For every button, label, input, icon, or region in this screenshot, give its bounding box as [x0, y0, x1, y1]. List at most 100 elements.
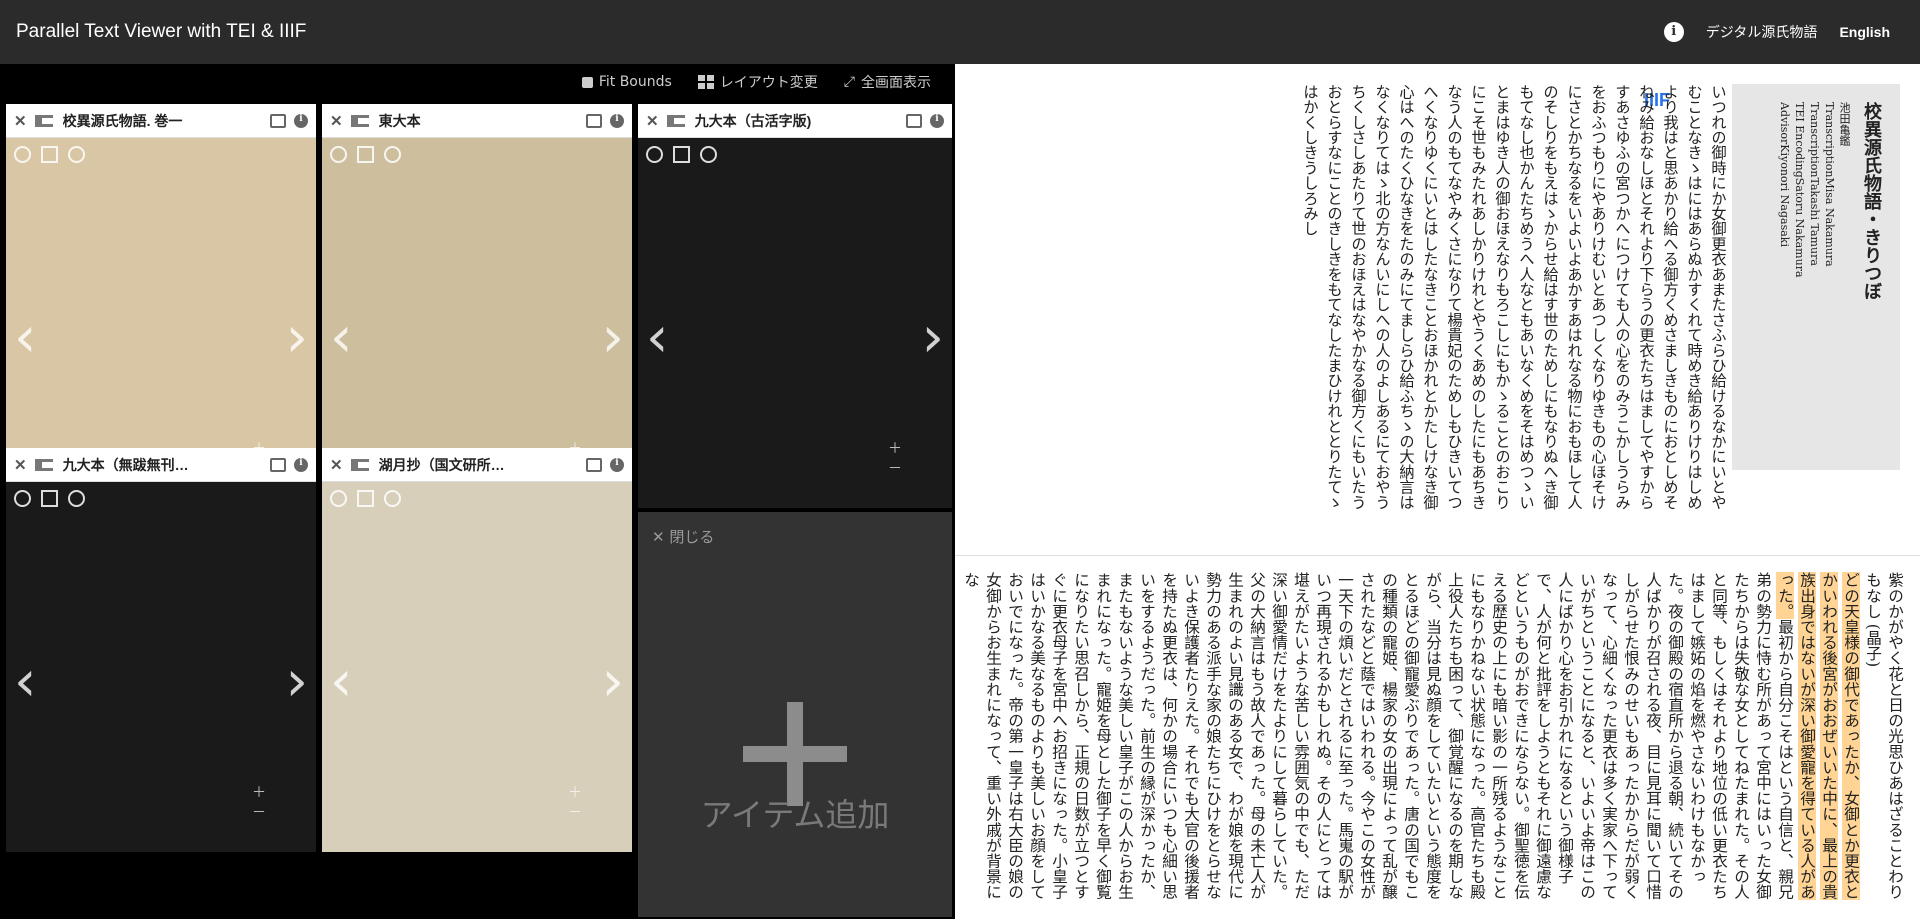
layout-menu-icon[interactable]: [666, 114, 685, 127]
comment-icon[interactable]: [14, 490, 31, 507]
info-icon[interactable]: i: [610, 457, 624, 472]
viewer-window: ✕ 湖月抄（国文研所… i ‹ › ＋－: [322, 448, 632, 852]
info-icon[interactable]: i: [294, 457, 308, 472]
info-icon[interactable]: i: [294, 113, 308, 128]
prev-page-icon[interactable]: ‹: [330, 649, 352, 714]
app-header: Parallel Text Viewer with TEI & IIIF i デ…: [0, 0, 1920, 64]
prev-page-icon[interactable]: ‹: [14, 305, 36, 370]
translation-body: 最初から自分こそはという自信と、親兄弟の勢力に恃む所があって宮中にはいった女御た…: [966, 572, 1794, 900]
close-window-icon[interactable]: ✕: [14, 456, 27, 474]
image-canvas[interactable]: ‹ › ＋－: [322, 482, 632, 852]
close-window-icon[interactable]: ✕: [646, 112, 659, 130]
annotation-tools: [14, 490, 85, 507]
language-switch[interactable]: English: [1839, 24, 1890, 40]
close-window-icon[interactable]: ✕: [330, 456, 343, 474]
next-page-icon[interactable]: ›: [602, 649, 624, 714]
credit-1: TranscriptionMisa Nakamura: [1823, 102, 1836, 267]
viewer-window: ✕ 九大本（無跋無刊… i ‹ › ＋－: [6, 448, 316, 852]
text-pane: 校異源氏物語・きりつぼ 池田亀鑑 TranscriptionMisa Nakam…: [955, 64, 1920, 919]
info-icon[interactable]: i: [1663, 22, 1684, 42]
credit-2: TranscriptionTakashi Tamura: [1808, 102, 1821, 266]
window-header: ✕ 九大本（無跋無刊… i: [6, 448, 316, 482]
expand-icon: ⤢: [843, 74, 855, 90]
poem: 紫のかがやく花と日の光思ひあはざることわりもなし: [1864, 572, 1904, 900]
add-item-label: アイテム追加: [700, 796, 890, 834]
image-canvas[interactable]: ‹ › ＋－: [6, 482, 316, 852]
annotation-tools: [330, 490, 401, 507]
next-page-icon[interactable]: ›: [286, 649, 308, 714]
pane-divider[interactable]: [955, 555, 1920, 556]
window-title: 九大本（古活字版): [694, 112, 812, 129]
image-icon[interactable]: [586, 113, 602, 128]
layout-menu-icon[interactable]: [350, 458, 369, 471]
next-page-icon[interactable]: ›: [286, 305, 308, 370]
prev-page-icon[interactable]: ‹: [646, 305, 668, 370]
fullscreen-button[interactable]: ⤢ 全画面表示: [844, 72, 931, 92]
close-slot-label: 閉じる: [669, 528, 715, 546]
info-icon[interactable]: i: [610, 113, 624, 128]
window-title: 湖月抄（国文研所…: [378, 456, 505, 473]
genji-link[interactable]: デジタル源氏物語: [1706, 22, 1818, 42]
close-window-icon[interactable]: ✕: [330, 112, 343, 130]
window-header: ✕ 校異源氏物語. 巻一 i: [6, 104, 316, 138]
comment-icon[interactable]: [14, 146, 31, 163]
fit-bounds-icon: [581, 76, 593, 88]
rectangle-icon[interactable]: [41, 490, 58, 507]
rectangle-icon[interactable]: [357, 146, 374, 163]
credit-3: TEI EncodingSatoru Nakamura: [1793, 102, 1806, 278]
image-canvas[interactable]: ‹ › ＋－: [638, 138, 952, 508]
layout-menu-icon[interactable]: [34, 458, 53, 471]
image-icon[interactable]: [270, 113, 286, 128]
fit-bounds-label: Fit Bounds: [598, 74, 672, 90]
circle-icon[interactable]: [384, 146, 401, 163]
comment-icon[interactable]: [646, 146, 663, 163]
app-title: Parallel Text Viewer with TEI & IIIF: [16, 21, 307, 42]
image-icon[interactable]: [270, 457, 286, 472]
comment-icon[interactable]: [330, 490, 347, 507]
next-page-icon[interactable]: ›: [602, 305, 624, 370]
prev-page-icon[interactable]: ‹: [330, 305, 352, 370]
image-icon[interactable]: [906, 113, 922, 128]
poem-author: (晶子): [1864, 623, 1882, 668]
rectangle-icon[interactable]: [357, 490, 374, 507]
next-page-icon[interactable]: ›: [922, 305, 944, 370]
rectangle-icon[interactable]: [673, 146, 690, 163]
circle-icon[interactable]: [384, 490, 401, 507]
close-slot-button[interactable]: ✕ 閉じる: [652, 526, 714, 547]
circle-icon[interactable]: [68, 146, 85, 163]
layout-menu-icon[interactable]: [34, 114, 53, 127]
zoom-controls[interactable]: ＋－: [252, 782, 308, 842]
image-icon[interactable]: [586, 457, 602, 472]
rectangle-icon[interactable]: [41, 146, 58, 163]
window-header: ✕ 九大本（古活字版) i: [638, 104, 952, 138]
mirador-viewer: Fit Bounds レイアウト変更 ⤢ 全画面表示 ✕ 校異源氏物語. 巻一 i ‹…: [0, 64, 953, 919]
fit-bounds-button[interactable]: Fit Bounds: [581, 74, 672, 90]
add-item-slot[interactable]: ✕ 閉じる アイテム追加: [638, 512, 952, 917]
window-header: ✕ 東大本 i: [322, 104, 632, 138]
close-window-icon[interactable]: ✕: [14, 112, 27, 130]
circle-icon[interactable]: [68, 490, 85, 507]
annotation-tools: [646, 146, 717, 163]
layout-icon: [697, 75, 714, 89]
layout-menu-icon[interactable]: [350, 114, 369, 127]
window-title: 九大本（無跋無刊…: [62, 456, 189, 473]
mirador-toolbar: Fit Bounds レイアウト変更 ⤢ 全画面表示: [581, 64, 953, 100]
info-icon[interactable]: i: [930, 113, 944, 128]
zoom-controls[interactable]: ＋－: [568, 782, 624, 842]
zoom-controls[interactable]: ＋－: [888, 438, 944, 498]
window-title: 東大本: [378, 112, 421, 129]
prev-page-icon[interactable]: ‹: [14, 649, 36, 714]
credit-0: 池田亀鑑: [1838, 102, 1851, 146]
comment-icon[interactable]: [330, 146, 347, 163]
info-card: 校異源氏物語・きりつぼ 池田亀鑑 TranscriptionMisa Nakam…: [1732, 84, 1900, 470]
window-title: 校異源氏物語. 巻一: [62, 112, 183, 129]
fullscreen-label: 全画面表示: [861, 75, 931, 91]
annotation-tools: [330, 146, 401, 163]
modern-translation: 紫のかがやく花と日の光思ひあはざることわりもなし (晶子) どの天皇様の御代であ…: [966, 572, 1906, 907]
circle-icon[interactable]: [700, 146, 717, 163]
layout-change-label: レイアウト変更: [719, 75, 818, 91]
credit-4: AdvisorKiyonori Nagasaki: [1778, 102, 1791, 247]
layout-change-button[interactable]: レイアウト変更: [697, 72, 818, 92]
window-header: ✕ 湖月抄（国文研所… i: [322, 448, 632, 482]
viewer-window: ✕ 九大本（古活字版) i ‹ › ＋－: [638, 104, 952, 508]
